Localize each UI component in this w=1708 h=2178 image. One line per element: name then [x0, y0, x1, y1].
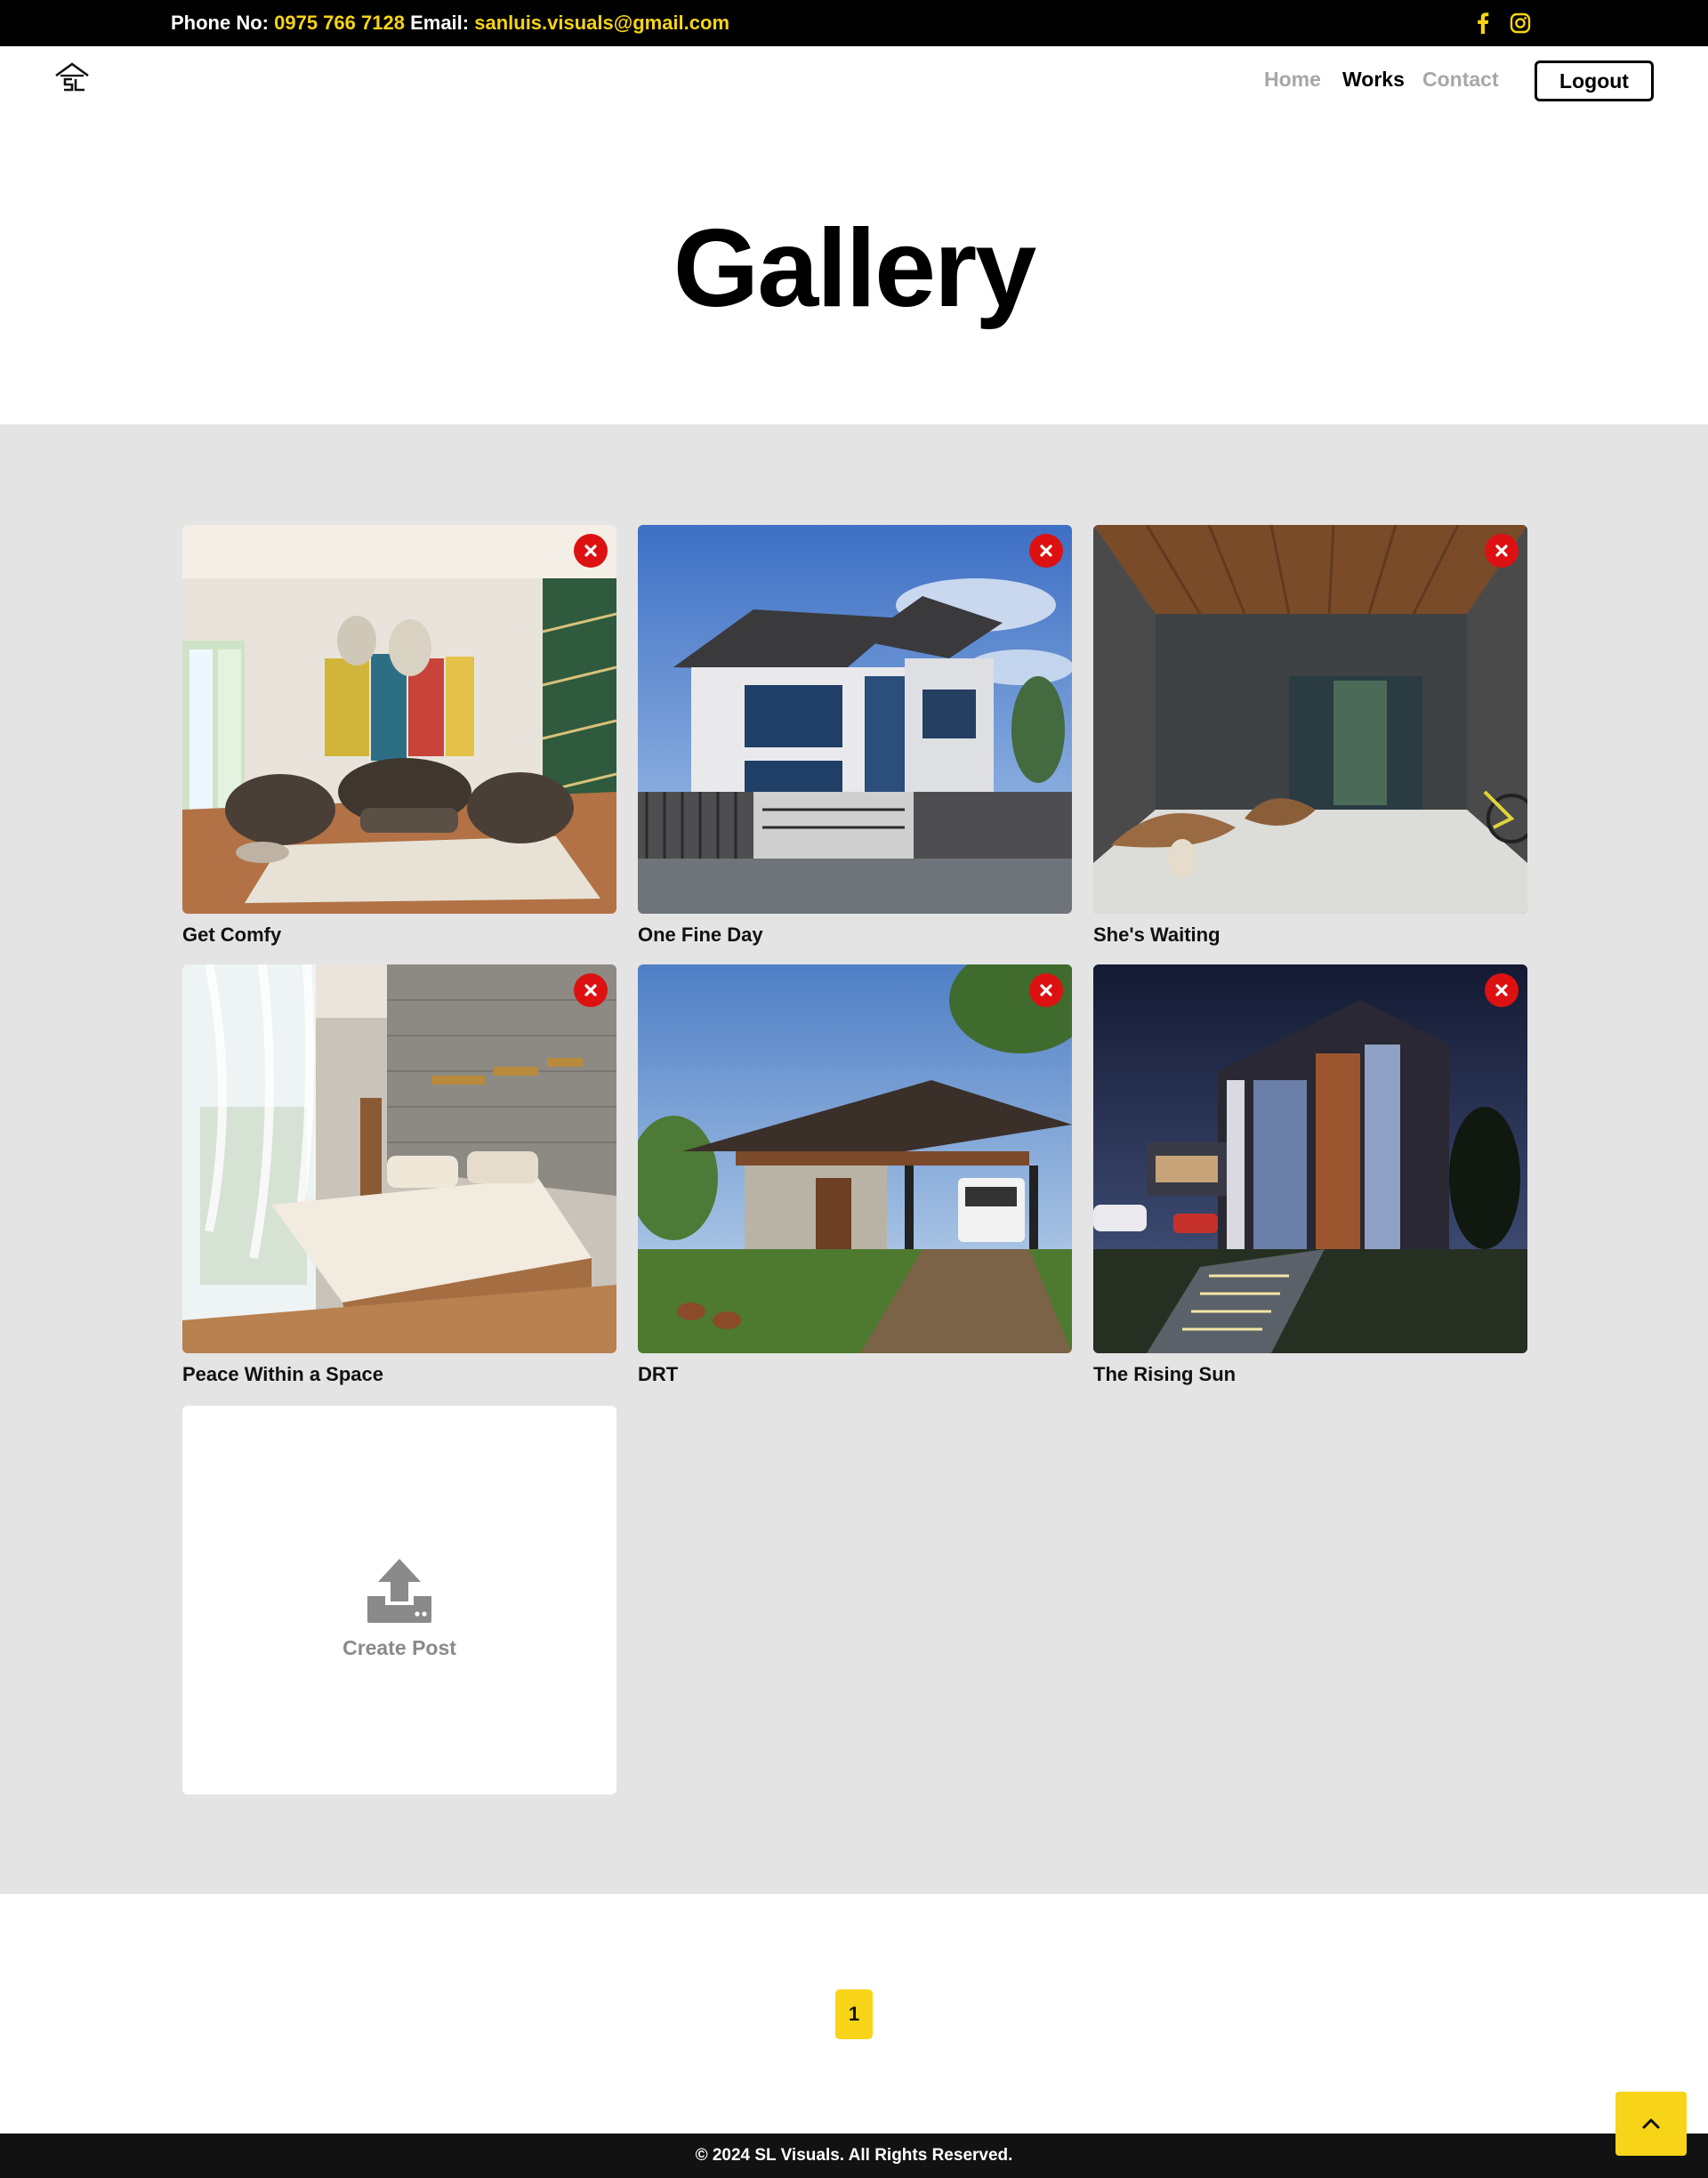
logout-button[interactable]: Logout	[1535, 60, 1654, 101]
gallery-card[interactable]: She's Waiting	[1093, 525, 1527, 946]
gallery-image[interactable]	[638, 964, 1072, 1353]
scroll-to-top-button[interactable]	[1615, 2092, 1687, 2156]
gallery-caption[interactable]: Peace Within a Space	[182, 1363, 383, 1386]
gallery-card[interactable]: One Fine Day	[638, 525, 1072, 946]
top-contact-bar: Phone No: 0975 766 7128 Email: sanluis.v…	[0, 0, 1708, 46]
gallery-image[interactable]	[182, 525, 616, 914]
gallery-image[interactable]	[1093, 964, 1527, 1353]
footer: © 2024 SL Visuals. All Rights Reserved.	[0, 2134, 1708, 2178]
gallery-caption[interactable]: DRT	[638, 1363, 678, 1386]
gallery-image[interactable]	[638, 525, 1072, 914]
nav-home-link[interactable]: Home	[1264, 68, 1321, 92]
gallery-grid: Get Comfy One Fine Day She's Waiting Pea…	[0, 424, 1708, 1894]
gallery-caption[interactable]: The Rising Sun	[1093, 1363, 1236, 1386]
gallery-card[interactable]: The Rising Sun	[1093, 964, 1527, 1385]
create-post-card[interactable]: Create Post	[182, 1406, 616, 1795]
close-icon	[1495, 544, 1508, 557]
gallery-caption[interactable]: One Fine Day	[638, 924, 763, 947]
delete-post-button[interactable]	[574, 534, 608, 568]
delete-post-button[interactable]	[574, 973, 608, 1007]
gallery-card[interactable]: Get Comfy	[182, 525, 616, 946]
gallery-caption[interactable]: She's Waiting	[1093, 924, 1221, 947]
gallery-image[interactable]	[1093, 525, 1527, 914]
chevron-up-icon	[1642, 2118, 1660, 2129]
facebook-icon[interactable]	[1469, 9, 1497, 37]
delete-post-button[interactable]	[1485, 973, 1519, 1007]
delete-post-button[interactable]	[1029, 534, 1063, 568]
gallery-card[interactable]: Peace Within a Space	[182, 964, 616, 1385]
close-icon	[1495, 984, 1508, 996]
email-value[interactable]: sanluis.visuals@gmail.com	[474, 12, 729, 34]
gallery-caption[interactable]: Get Comfy	[182, 924, 281, 947]
create-post-label: Create Post	[342, 1636, 456, 1659]
close-icon	[584, 544, 597, 557]
email-label: Email:	[410, 12, 470, 34]
close-icon	[1040, 544, 1052, 557]
instagram-icon[interactable]	[1506, 9, 1535, 37]
gallery-image[interactable]	[182, 964, 616, 1353]
close-icon	[1040, 984, 1052, 996]
close-icon	[584, 984, 597, 996]
page-title: Gallery	[673, 207, 1037, 330]
phone-label: Phone No:	[171, 12, 269, 34]
pagination-page-1[interactable]: 1	[835, 1989, 873, 2039]
copyright-text: © 2024 SL Visuals. All Rights Reserved.	[695, 2146, 1013, 2165]
contact-info: Phone No: 0975 766 7128 Email: sanluis.v…	[171, 12, 729, 35]
delete-post-button[interactable]	[1485, 534, 1519, 568]
delete-post-button[interactable]	[1029, 973, 1063, 1007]
gallery-card[interactable]: DRT	[638, 964, 1072, 1385]
upload-icon	[364, 1557, 435, 1625]
house-logo-icon[interactable]	[53, 60, 91, 96]
phone-value[interactable]: 0975 766 7128	[274, 12, 405, 34]
nav-works-link[interactable]: Works	[1342, 68, 1405, 92]
nav-contact-link[interactable]: Contact	[1422, 68, 1499, 92]
main-navbar: Home Works Contact Logout	[0, 46, 1708, 117]
